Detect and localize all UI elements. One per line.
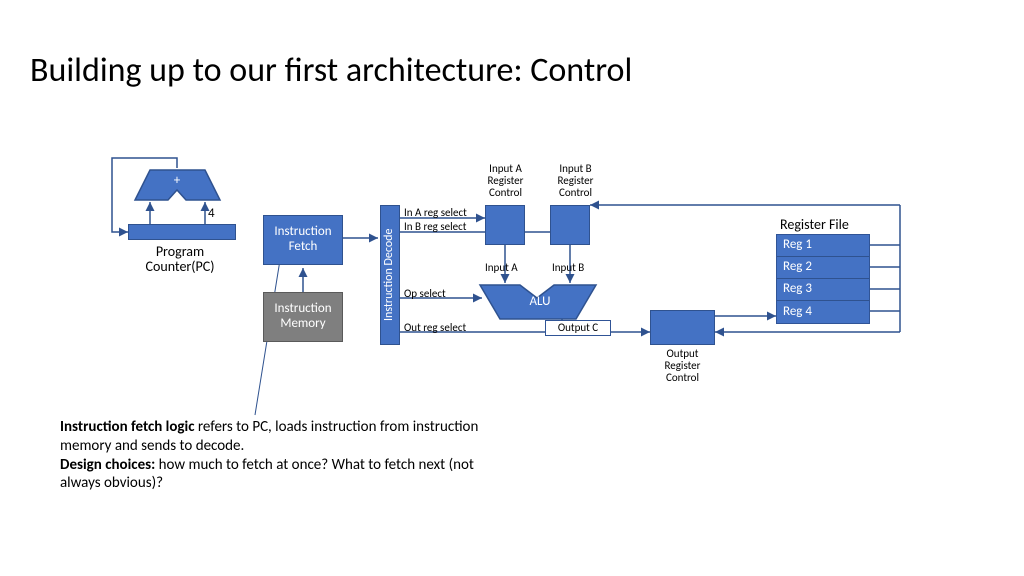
input-b-register-control	[550, 205, 590, 245]
input-a-ctrl-label: Input A Register Control	[478, 163, 533, 199]
caption: Instruction fetch logic refers to PC, lo…	[60, 418, 490, 493]
diagram-canvas: + 4 Program Counter(PC) Instruction Fetc…	[0, 0, 1024, 576]
alu-label: ALU	[520, 293, 560, 311]
in-b-reg-select-label: In B reg select	[404, 221, 466, 233]
adder-plus: +	[168, 172, 186, 190]
register-file-title: Register File	[780, 216, 849, 233]
instruction-memory: Instruction Memory	[263, 292, 343, 342]
register-row: Reg 3	[777, 279, 869, 301]
register-row: Reg 2	[777, 257, 869, 279]
out-reg-select-label: Out reg select	[404, 322, 466, 334]
register-row: Reg 4	[777, 301, 869, 323]
caption-p1-bold: Instruction fetch logic	[60, 418, 194, 436]
pc-register	[128, 224, 236, 240]
pc-label: Program Counter(PC)	[125, 244, 235, 275]
caption-p2-bold: Design choices:	[60, 456, 155, 474]
input-a-label: Input A	[485, 262, 518, 274]
input-b-label: Input B	[552, 262, 584, 274]
instruction-fetch: Instruction Fetch	[263, 215, 343, 265]
register-file: Reg 1 Reg 2 Reg 3 Reg 4	[776, 234, 870, 324]
constant-4: 4	[208, 207, 215, 221]
input-b-ctrl-label: Input B Register Control	[548, 163, 603, 199]
input-a-register-control	[485, 205, 525, 245]
output-c: Output C	[545, 320, 611, 336]
output-register-control-label: Output Register Control	[650, 348, 715, 384]
register-row: Reg 1	[777, 235, 869, 257]
output-register-control	[650, 310, 715, 345]
instruction-decode: Instruction Decode	[380, 205, 400, 345]
op-select-label: Op select	[404, 288, 446, 300]
in-a-reg-select-label: In A reg select	[404, 207, 467, 219]
